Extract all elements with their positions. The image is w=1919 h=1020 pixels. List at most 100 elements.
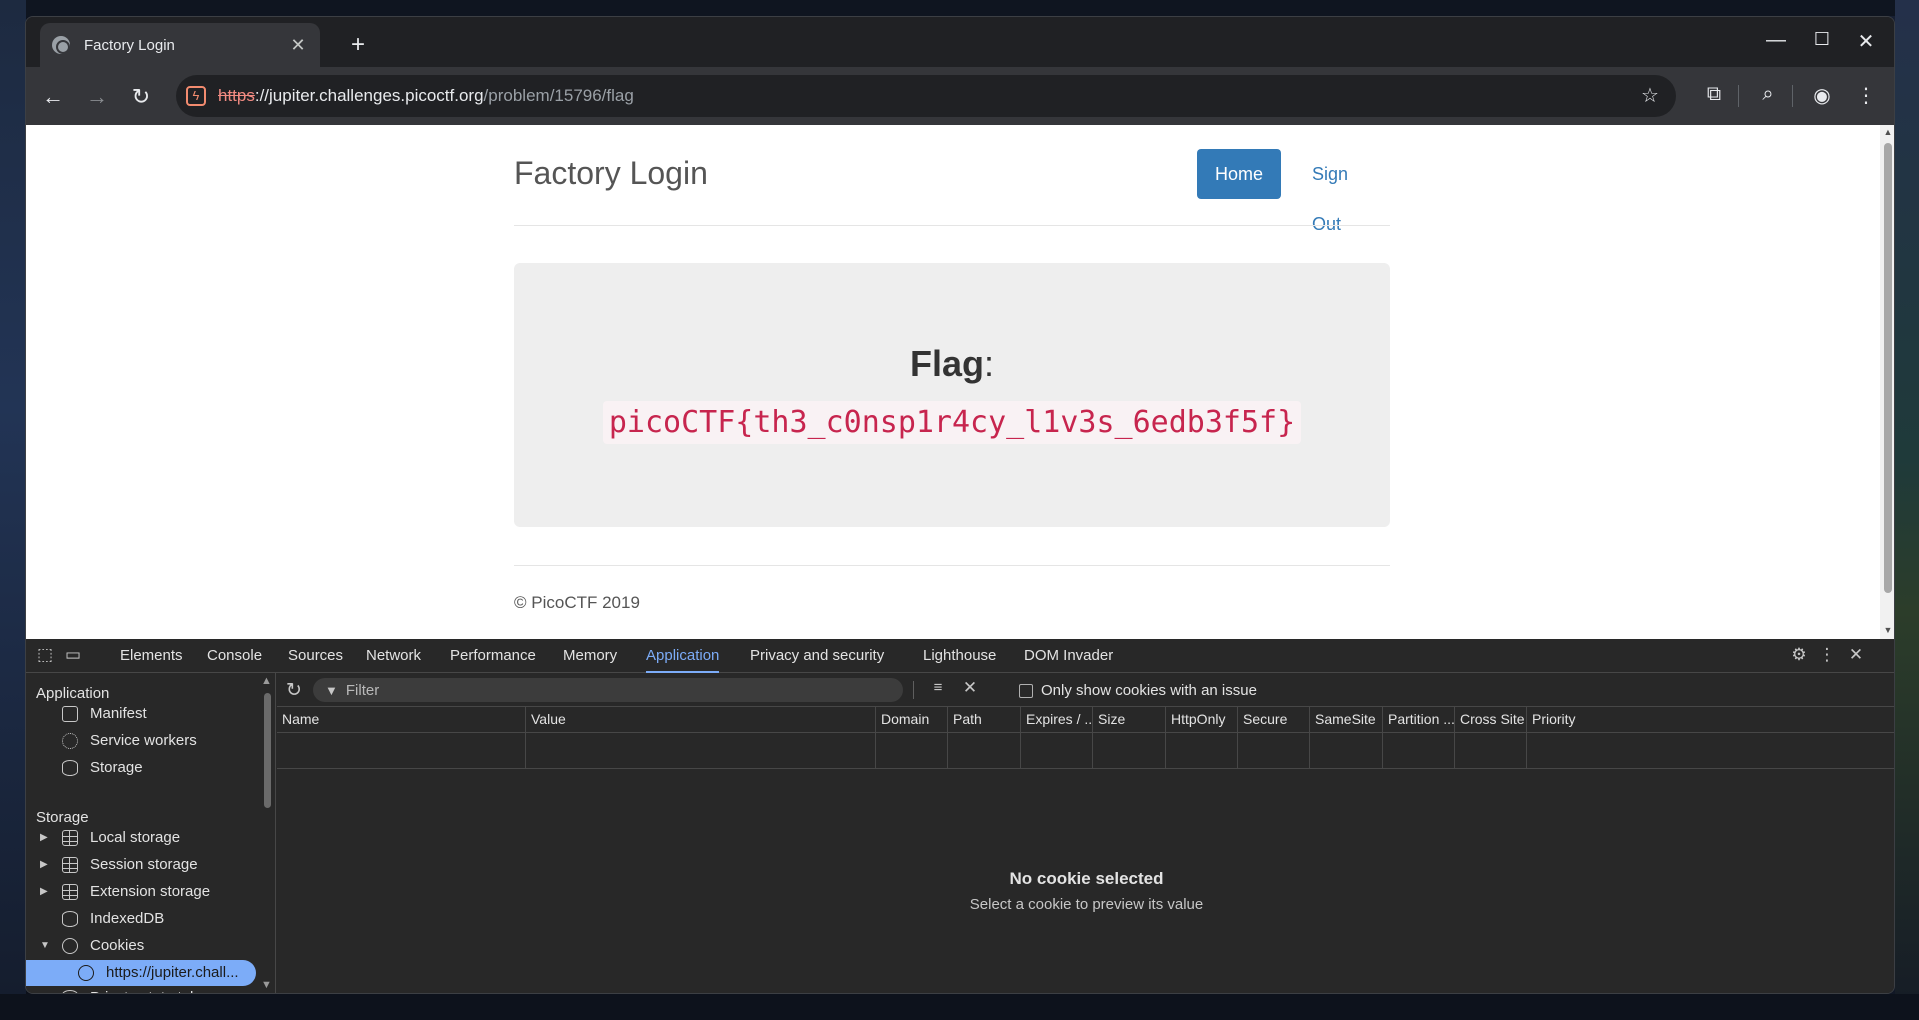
globe-icon: [52, 36, 70, 54]
device-toolbar-icon[interactable]: ▭: [62, 645, 84, 665]
column-header-priority[interactable]: Priority: [1526, 707, 1894, 732]
browser-window: Factory Login ✕ + — ☐ ✕ ← → ↻ ϟ https://…: [25, 16, 1895, 994]
maximize-icon[interactable]: ☐: [1802, 29, 1842, 50]
document-icon: [62, 706, 78, 722]
table-cell: [1382, 733, 1454, 769]
desktop-top: [0, 0, 1919, 16]
cookie-icon: [78, 965, 94, 981]
menu-kebab-icon[interactable]: ⋮: [1852, 83, 1880, 108]
new-tab-button[interactable]: +: [344, 31, 372, 59]
sidebar-item-manifest[interactable]: Manifest: [26, 701, 256, 727]
table-row[interactable]: [277, 733, 1894, 769]
sidebar-item-private-state-tokens[interactable]: Private state tokens: [26, 985, 256, 993]
collapse-arrow-icon[interactable]: ▼: [40, 933, 50, 959]
tab-search-icon[interactable]: ⌕: [1754, 83, 1782, 106]
no-cookie-selected-title: No cookie selected: [1009, 869, 1164, 888]
desktop-left-edge: [0, 0, 26, 1020]
column-header-secure[interactable]: Secure: [1237, 707, 1309, 732]
devtools-tab-lighthouse[interactable]: Lighthouse: [923, 639, 996, 673]
tab-strip: Factory Login ✕ + — ☐ ✕: [26, 17, 1894, 67]
devtools-menu-icon[interactable]: ⋮: [1816, 645, 1838, 665]
window-close-icon[interactable]: ✕: [1846, 29, 1886, 54]
table-cell: [525, 733, 875, 769]
table-cell: [1165, 733, 1237, 769]
page-scrollbar[interactable]: ▲ ▼: [1880, 125, 1894, 639]
table-cell: [1020, 733, 1092, 769]
devtools-close-icon[interactable]: ✕: [1845, 645, 1867, 665]
column-header-size[interactable]: Size: [1092, 707, 1165, 732]
column-header-name[interactable]: Name: [277, 707, 525, 732]
sidebar-item-service-workers[interactable]: Service workers: [26, 728, 256, 754]
scroll-up-icon[interactable]: ▲: [1882, 127, 1894, 137]
toolbar-divider: [1738, 85, 1739, 107]
column-header-value[interactable]: Value: [525, 707, 875, 732]
sidebar-item-cookies[interactable]: ▼ Cookies: [26, 933, 256, 959]
extensions-icon[interactable]: ⧉: [1700, 83, 1728, 106]
filter-input[interactable]: [345, 681, 886, 699]
only-issue-checkbox[interactable]: Only show cookies with an issue: [1019, 682, 1257, 699]
only-issue-label: Only show cookies with an issue: [1041, 682, 1257, 699]
devtools-tab-dom-invader[interactable]: DOM Invader: [1024, 639, 1113, 673]
devtools-tab-memory[interactable]: Memory: [563, 639, 617, 673]
forward-icon[interactable]: →: [82, 82, 112, 112]
refresh-icon[interactable]: ↻: [283, 679, 305, 702]
clear-all-cookies-icon[interactable]: ✕: [959, 678, 981, 698]
devtools-tab-performance[interactable]: Performance: [450, 639, 536, 673]
scroll-down-icon[interactable]: ▼: [261, 979, 272, 991]
expand-arrow-icon[interactable]: ▶: [40, 825, 48, 851]
desktop-bottom: [0, 994, 1919, 1020]
sidebar-header-storage: Storage: [36, 809, 89, 826]
sidebar-item-local-storage[interactable]: ▶ Local storage: [26, 825, 256, 851]
column-header-partition[interactable]: Partition ...: [1382, 707, 1454, 732]
clear-filtered-cookies-icon[interactable]: ≡: [927, 679, 949, 696]
sign-out-link[interactable]: Sign Out: [1300, 149, 1390, 234]
devtools-tab-elements[interactable]: Elements: [120, 639, 183, 673]
footer-divider: [514, 565, 1390, 566]
checkbox-box[interactable]: [1019, 683, 1033, 698]
scroll-down-icon[interactable]: ▼: [1882, 625, 1894, 635]
column-header-samesite[interactable]: SameSite: [1309, 707, 1382, 732]
sidebar-item-cookie-origin[interactable]: https://jupiter.chall...: [26, 960, 256, 986]
sidebar-item-session-storage[interactable]: ▶ Session storage: [26, 852, 256, 878]
back-icon[interactable]: ←: [38, 82, 68, 112]
table-header-row: Name Value Domain Path Expires / ... Siz…: [277, 707, 1894, 733]
column-header-domain[interactable]: Domain: [875, 707, 947, 732]
scroll-up-icon[interactable]: ▲: [261, 675, 272, 687]
column-header-cross-site[interactable]: Cross Site: [1454, 707, 1526, 732]
scrollbar-thumb[interactable]: [1884, 143, 1892, 593]
cookie-filter[interactable]: ▼: [313, 678, 903, 702]
inspect-element-icon[interactable]: ⬚: [34, 645, 56, 665]
devtools-tab-console[interactable]: Console: [207, 639, 262, 673]
sidebar-scrollbar[interactable]: ▲ ▼: [260, 673, 274, 993]
home-button[interactable]: Home: [1197, 149, 1281, 199]
profile-icon[interactable]: ◉: [1808, 83, 1836, 108]
devtools-tab-network[interactable]: Network: [366, 639, 421, 673]
bookmark-star-icon[interactable]: ☆: [1636, 83, 1664, 108]
url-text[interactable]: https://jupiter.challenges.picoctf.org/p…: [218, 86, 634, 106]
expand-arrow-icon[interactable]: ▶: [40, 852, 48, 878]
sidebar-item-indexeddb[interactable]: IndexedDB: [26, 906, 256, 932]
column-header-expires[interactable]: Expires / ...: [1020, 707, 1092, 732]
address-bar[interactable]: ϟ https://jupiter.challenges.picoctf.org…: [176, 75, 1676, 117]
devtools-settings-icon[interactable]: ⚙: [1788, 645, 1810, 665]
minimize-icon[interactable]: —: [1756, 29, 1796, 52]
sidebar-item-extension-storage[interactable]: ▶ Extension storage: [26, 879, 256, 905]
column-header-path[interactable]: Path: [947, 707, 1020, 732]
cookies-toolbar: ↻ ▼ ≡ ✕ Only show cookies with an issue: [277, 673, 1894, 707]
column-header-httponly[interactable]: HttpOnly: [1165, 707, 1237, 732]
sidebar-item-storage[interactable]: Storage: [26, 755, 256, 781]
devtools-tab-application[interactable]: Application: [646, 639, 720, 673]
cookies-panel: ↻ ▼ ≡ ✕ Only show cookies with an issue …: [277, 673, 1894, 993]
tab-close-icon[interactable]: ✕: [288, 35, 308, 56]
scrollbar-thumb[interactable]: [264, 693, 271, 808]
table-icon: [62, 857, 78, 873]
tab-factory-login[interactable]: Factory Login ✕: [40, 23, 320, 67]
devtools-tab-privacy[interactable]: Privacy and security: [750, 639, 884, 673]
reload-icon[interactable]: ↻: [126, 82, 156, 112]
devtools-tab-sources[interactable]: Sources: [288, 639, 343, 673]
expand-arrow-icon[interactable]: ▶: [40, 879, 48, 905]
not-secure-icon[interactable]: ϟ: [186, 86, 206, 106]
toolbar-divider: [913, 681, 914, 699]
toolbar-divider: [1792, 85, 1793, 107]
cookie-icon: [62, 938, 78, 954]
